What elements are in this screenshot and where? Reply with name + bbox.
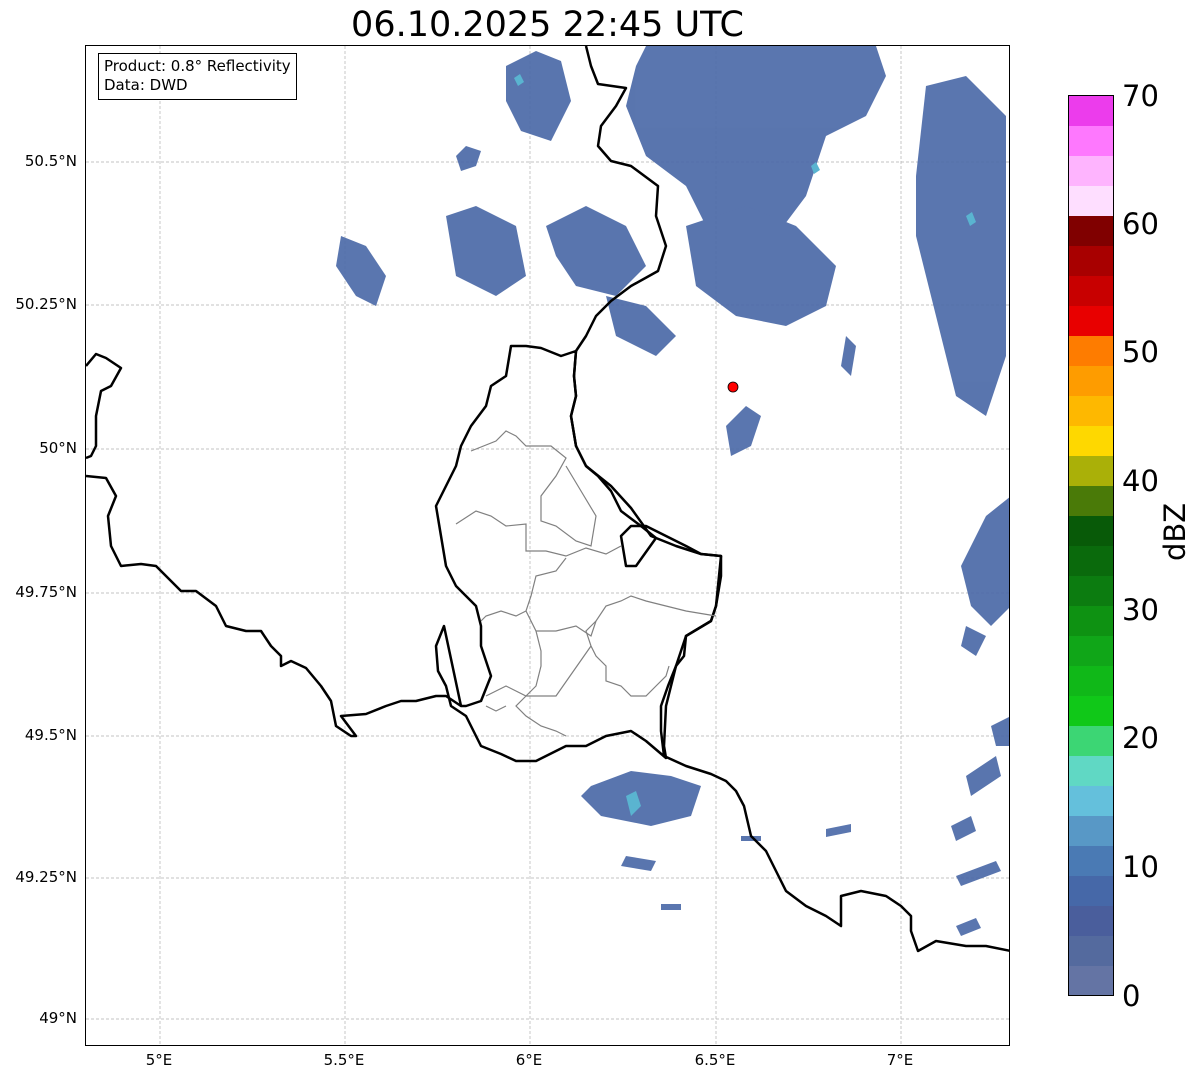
map-title: 06.10.2025 22:45 UTC xyxy=(351,5,744,45)
gridlines xyxy=(86,46,1009,1045)
colorbar-tick-label: 60 xyxy=(1122,207,1159,241)
district-borders xyxy=(455,430,717,737)
lat-tick-label: 49°N xyxy=(39,1009,77,1027)
colorbar-segment xyxy=(1069,605,1113,636)
colorbar-segment xyxy=(1069,635,1113,666)
colorbar-segment xyxy=(1069,515,1113,546)
lat-tick-label: 50°N xyxy=(39,439,77,457)
product-label: Product: 0.8° Reflectivity xyxy=(104,57,291,75)
colorbar-segment xyxy=(1069,545,1113,576)
colorbar-segment xyxy=(1069,185,1113,217)
colorbar-segment xyxy=(1069,125,1113,157)
colorbar-tick-label: 40 xyxy=(1122,464,1159,498)
colorbar-tick-label: 70 xyxy=(1122,79,1159,113)
colorbar-segment xyxy=(1069,425,1113,457)
colorbar-segment xyxy=(1069,485,1113,517)
lat-tick-label: 50.25°N xyxy=(15,295,77,313)
colorbar-segment xyxy=(1069,725,1113,756)
colorbar-segment xyxy=(1069,965,1113,995)
lat-tick-label: 50.5°N xyxy=(24,152,77,170)
lat-tick-label: 49.75°N xyxy=(15,583,77,601)
colorbar-segment xyxy=(1069,155,1113,187)
colorbar-segment xyxy=(1069,575,1113,606)
colorbar-segment xyxy=(1069,815,1113,846)
country-borders xyxy=(86,46,1009,953)
colorbar-segment xyxy=(1069,455,1113,487)
reflectivity-echoes xyxy=(336,46,1009,936)
colorbar-unit-label: dBZ xyxy=(1158,502,1192,561)
colorbar-segment xyxy=(1069,875,1113,906)
map-canvas xyxy=(86,46,1009,1045)
colorbar-segment xyxy=(1069,695,1113,726)
colorbar-segment xyxy=(1069,785,1113,816)
colorbar-segment xyxy=(1069,845,1113,876)
lon-tick-label: 5.5°E xyxy=(323,1051,365,1069)
colorbar-segment xyxy=(1069,275,1113,307)
lon-tick-label: 6.5°E xyxy=(694,1051,736,1069)
colorbar-segment xyxy=(1069,395,1113,427)
colorbar-segment xyxy=(1069,96,1113,127)
radar-site-marker[interactable] xyxy=(727,381,739,393)
colorbar-tick-label: 20 xyxy=(1122,721,1159,755)
lon-tick-label: 7°E xyxy=(886,1051,914,1069)
lon-tick-label: 5°E xyxy=(145,1051,173,1069)
lon-tick-label: 6°E xyxy=(515,1051,543,1069)
colorbar-segment xyxy=(1069,215,1113,247)
colorbar-segment xyxy=(1069,905,1113,936)
lat-tick-label: 49.25°N xyxy=(15,868,77,886)
colorbar-segment xyxy=(1069,245,1113,277)
colorbar-segment xyxy=(1069,755,1113,786)
colorbar-tick-label: 0 xyxy=(1122,979,1141,1013)
colorbar xyxy=(1068,95,1114,996)
colorbar-tick-label: 50 xyxy=(1122,335,1159,369)
radar-map[interactable] xyxy=(85,45,1010,1046)
colorbar-segment xyxy=(1069,665,1113,696)
product-info-box: Product: 0.8° Reflectivity Data: DWD xyxy=(98,53,297,100)
colorbar-segment xyxy=(1069,305,1113,337)
colorbar-segment xyxy=(1069,935,1113,966)
colorbar-tick-label: 10 xyxy=(1122,850,1159,884)
lat-tick-label: 49.5°N xyxy=(24,726,77,744)
data-source-label: Data: DWD xyxy=(104,76,188,94)
colorbar-segment xyxy=(1069,365,1113,397)
colorbar-tick-label: 30 xyxy=(1122,593,1159,627)
colorbar-segment xyxy=(1069,335,1113,367)
